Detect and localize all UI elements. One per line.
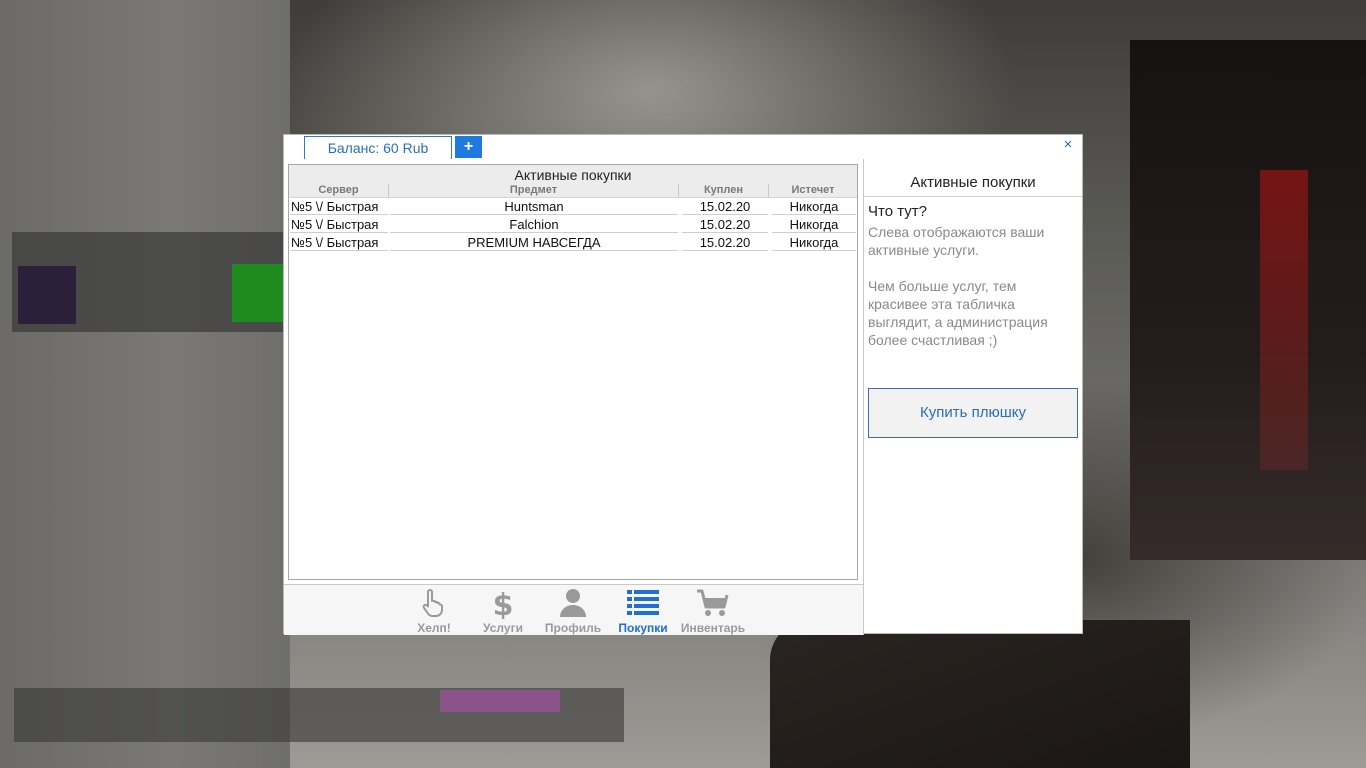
cell-bought: 15.02.20 <box>682 198 768 215</box>
background-red-light <box>1260 170 1308 470</box>
cell-expires: Никогда <box>772 216 856 233</box>
background-chat-tag <box>440 690 560 712</box>
sidebar-paragraph: Слева отображаются ваши активные услуги. <box>868 224 1045 258</box>
pointing-hand-icon <box>422 589 443 617</box>
cell-server: №5 \/ Быстрая <box>290 216 388 233</box>
info-sidebar: Активные покупки Что тут? Слева отобража… <box>864 159 1082 635</box>
nav-purchases[interactable]: Покупки <box>608 587 678 635</box>
table-title: Активные покупки <box>289 165 857 184</box>
cell-item: Huntsman <box>390 198 678 215</box>
cell-server: №5 \/ Быстрая <box>290 198 388 215</box>
nav-profile[interactable]: Профиль <box>538 587 608 635</box>
nav-services[interactable]: $ Услуги <box>468 587 538 635</box>
buy-button[interactable]: Купить плюшку <box>868 388 1078 438</box>
cell-item: Falchion <box>390 216 678 233</box>
background-dark-panel <box>1130 40 1366 560</box>
nav-label: Услуги <box>483 621 523 635</box>
sidebar-question: Что тут? <box>868 203 927 220</box>
nav-help[interactable]: Хелп! <box>399 587 469 635</box>
nav-label: Инвентарь <box>680 621 746 635</box>
cell-bought: 15.02.20 <box>682 216 768 233</box>
nav-label: Покупки <box>618 621 668 635</box>
tab-balance[interactable]: Баланс: 60 Rub <box>304 136 452 159</box>
user-icon <box>560 589 586 617</box>
nav-label: Хелп! <box>417 621 451 635</box>
svg-text:$: $ <box>493 588 514 619</box>
table-body: №5 \/ Быстрая Huntsman 15.02.20 Никогда … <box>289 198 857 252</box>
close-icon[interactable]: × <box>1061 137 1075 152</box>
table-row[interactable]: №5 \/ Быстрая Falchion 15.02.20 Никогда <box>289 216 857 234</box>
column-header-item[interactable]: Предмет <box>389 184 679 198</box>
nav-label: Профиль <box>544 621 602 635</box>
column-header-expires[interactable]: Истечет <box>769 184 857 198</box>
sidebar-description: Слева отображаются ваши активные услуги.… <box>868 223 1078 367</box>
purchases-table: Активные покупки Сервер Предмет Куплен И… <box>288 164 858 580</box>
bottom-nav: Хелп! $ Услуги Профиль Покупки Инвентарь <box>284 584 863 635</box>
sidebar-paragraph: Чем больше услуг, тем красивее эта табли… <box>868 278 1048 348</box>
tab-bar: Баланс: 60 Rub + <box>284 135 864 159</box>
cart-add-icon <box>697 588 729 616</box>
cell-item: PREMIUM НАВСЕГДА <box>390 234 678 251</box>
nav-inventory[interactable]: Инвентарь <box>678 587 748 635</box>
cell-expires: Никогда <box>772 198 856 215</box>
background-weapon <box>770 620 1190 768</box>
list-icon <box>627 590 659 615</box>
cell-expires: Никогда <box>772 234 856 251</box>
cell-server: №5 \/ Быстрая <box>290 234 388 251</box>
background-hud-green-block <box>232 264 284 322</box>
background-hud-avatar <box>18 266 76 324</box>
dollar-icon: $ <box>493 588 514 619</box>
sidebar-title: Активные покупки <box>864 173 1082 197</box>
background-wall <box>0 0 290 768</box>
table-header: Сервер Предмет Куплен Истечет <box>289 184 857 198</box>
column-header-server[interactable]: Сервер <box>289 184 389 198</box>
column-header-bought[interactable]: Куплен <box>679 184 769 198</box>
cell-bought: 15.02.20 <box>682 234 768 251</box>
table-row[interactable]: №5 \/ Быстрая Huntsman 15.02.20 Никогда <box>289 198 857 216</box>
add-funds-button[interactable]: + <box>455 136 482 158</box>
shop-window: Баланс: 60 Rub + × Активные покупки Серв… <box>283 134 1083 635</box>
table-row[interactable]: №5 \/ Быстрая PREMIUM НАВСЕГДА 15.02.20 … <box>289 234 857 252</box>
purchases-pane: Активные покупки Сервер Предмет Куплен И… <box>284 159 864 635</box>
